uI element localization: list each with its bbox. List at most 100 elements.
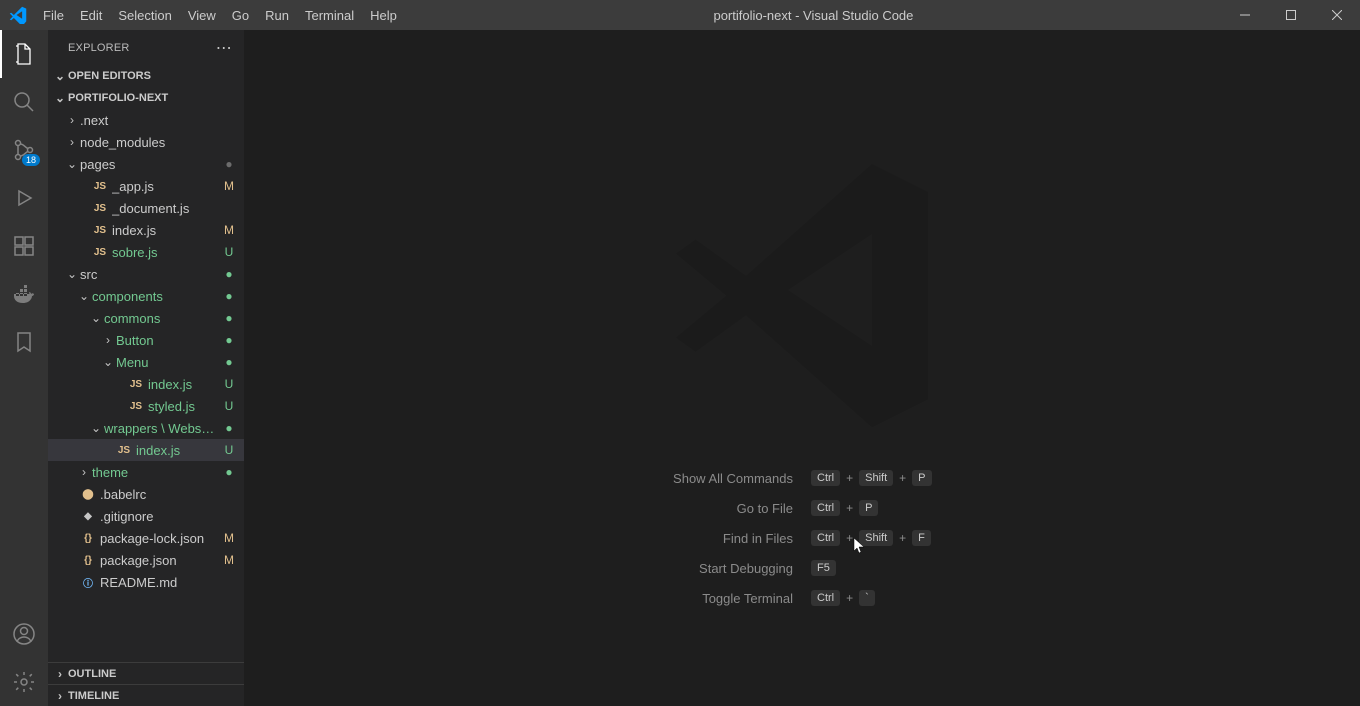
activity-extensions[interactable] [0,222,48,270]
chevron-down-icon: ⌄ [64,267,80,281]
tree-item-label: index.js [148,377,216,392]
tree-item[interactable]: ⓘREADME.md [48,571,244,593]
git-status-badge: U [222,245,236,259]
tree-item[interactable]: ⌄Menu● [48,351,244,373]
window-title: portifolio-next - Visual Studio Code [405,8,1222,23]
file-icon: ◆ [80,511,96,522]
tree-item-label: Menu [116,355,216,370]
activity-scm[interactable]: 18 [0,126,48,174]
tree-item-label: index.js [136,443,216,458]
sidebar-more-icon[interactable]: ⋯ [216,38,232,58]
git-status-badge: U [222,443,236,457]
git-status-badge: ● [222,421,236,435]
section-label: TIMELINE [68,690,119,702]
tree-item[interactable]: ◆.gitignore [48,505,244,527]
tree-item[interactable]: JSstyled.jsU [48,395,244,417]
menu-go[interactable]: Go [224,0,257,30]
activity-explorer[interactable] [0,30,48,78]
tree-item[interactable]: JSindex.jsU [48,439,244,461]
tree-item[interactable]: JSindex.jsU [48,373,244,395]
welcome-keys: Ctrl+P [811,500,1051,516]
tree-item[interactable]: {} package-lock.json M [48,527,244,549]
tree-item-label: wrappers \ Websit... [104,421,216,436]
tree-item[interactable]: ›theme● [48,461,244,483]
git-status-badge: ● [222,311,236,325]
menu-view[interactable]: View [180,0,224,30]
activity-bar: 18 [0,30,48,706]
git-status-badge: M [222,531,236,545]
chevron-down-icon: ⌄ [52,91,68,105]
tree-item[interactable]: ⌄wrappers \ Websit... ● [48,417,244,439]
tree-item[interactable]: ⌄commons● [48,307,244,329]
minimize-button[interactable] [1222,0,1268,30]
section-outline[interactable]: › OUTLINE [48,662,244,684]
vscode-icon [0,6,35,24]
tree-item[interactable]: ⬤.babelrc [48,483,244,505]
activity-bookmarks[interactable] [0,318,48,366]
tree-item-label: _document.js [112,201,236,216]
tree-item[interactable]: JS_document.js [48,197,244,219]
tree-item-label: theme [92,465,216,480]
welcome-shortcuts: Show All CommandsCtrl+Shift+PGo to FileC… [244,470,1360,606]
editor-area: Show All CommandsCtrl+Shift+PGo to FileC… [244,30,1360,706]
chevron-down-icon: ⌄ [88,311,104,325]
menu-help[interactable]: Help [362,0,405,30]
tree-item-label: .next [80,113,236,128]
welcome-label: Start Debugging [553,561,793,576]
tree-item-label: package.json [100,553,216,568]
activity-settings[interactable] [0,658,48,706]
tree-item[interactable]: ›node_modules [48,131,244,153]
activity-search[interactable] [0,78,48,126]
plus-separator: + [846,501,853,515]
chevron-down-icon: ⌄ [52,69,68,83]
tree-item-label: pages [80,157,216,172]
section-project[interactable]: ⌄ PORTIFOLIO-NEXT [48,87,244,109]
activity-account[interactable] [0,610,48,658]
chevron-down-icon: ⌄ [76,289,92,303]
vscode-watermark-icon [662,150,942,433]
tree-item[interactable]: ›.next [48,109,244,131]
close-button[interactable] [1314,0,1360,30]
tree-item-label: node_modules [80,135,236,150]
tree-item-label: sobre.js [112,245,216,260]
tree-item-label: index.js [112,223,216,238]
tree-item-label: components [92,289,216,304]
activity-debug[interactable] [0,174,48,222]
tree-item[interactable]: JSsobre.jsU [48,241,244,263]
keyboard-key: Ctrl [811,590,840,606]
scm-badge: 18 [22,154,40,166]
welcome-label: Show All Commands [553,471,793,486]
tree-item-label: package-lock.json [100,531,216,546]
file-icon: {} [80,533,96,544]
menu-terminal[interactable]: Terminal [297,0,362,30]
tree-item[interactable]: ⌄pages● [48,153,244,175]
welcome-label: Toggle Terminal [553,591,793,606]
chevron-down-icon: ⌄ [88,421,104,435]
menu-run[interactable]: Run [257,0,297,30]
git-status-badge: ● [222,333,236,347]
welcome-label: Go to File [553,501,793,516]
sidebar: EXPLORER ⋯ ⌄ OPEN EDITORS ⌄ PORTIFOLIO-N… [48,30,244,706]
activity-docker[interactable] [0,270,48,318]
titlebar: File Edit Selection View Go Run Terminal… [0,0,1360,30]
tree-item[interactable]: {}package.jsonM [48,549,244,571]
tree-item[interactable]: JS_app.jsM [48,175,244,197]
welcome-label: Find in Files [553,531,793,546]
maximize-button[interactable] [1268,0,1314,30]
main: 18 EXPLORER ⋯ ⌄ OPEN EDITORS [0,30,1360,706]
section-open-editors[interactable]: ⌄ OPEN EDITORS [48,65,244,87]
tree-item[interactable]: ⌄src● [48,263,244,285]
menu-edit[interactable]: Edit [72,0,110,30]
git-status-badge: M [222,179,236,193]
menu-selection[interactable]: Selection [110,0,179,30]
file-icon: JS [128,379,144,390]
menu-file[interactable]: File [35,0,72,30]
git-status-badge: ● [222,267,236,281]
tree-item[interactable]: ›Button● [48,329,244,351]
keyboard-key: ` [859,590,875,606]
tree-item[interactable]: JSindex.jsM [48,219,244,241]
tree-item[interactable]: ⌄components● [48,285,244,307]
chevron-down-icon: ⌄ [100,355,116,369]
git-status-badge: U [222,399,236,413]
section-timeline[interactable]: › TIMELINE [48,684,244,706]
